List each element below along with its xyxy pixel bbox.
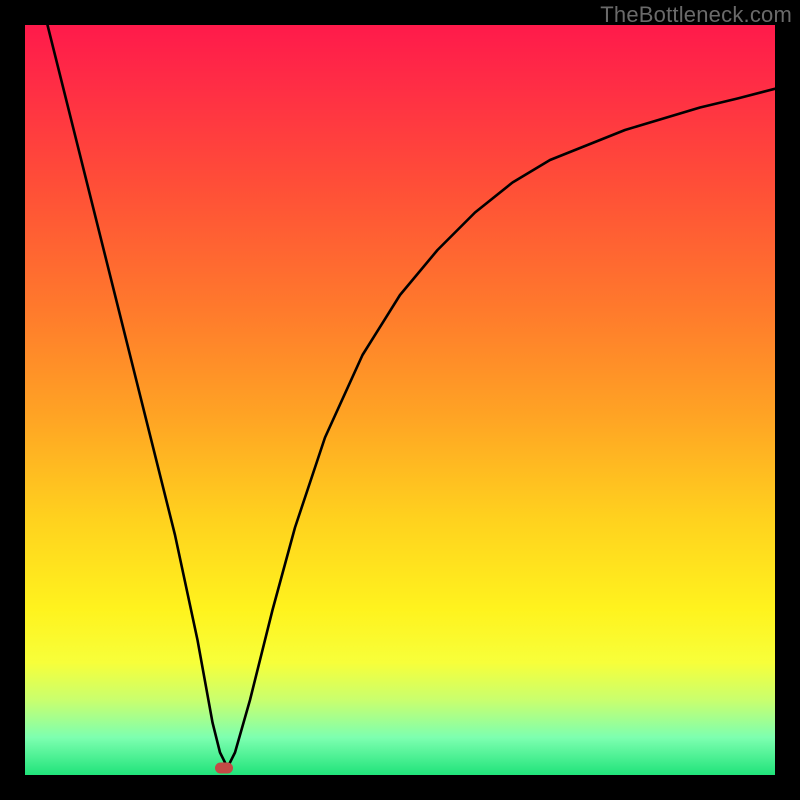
optimum-marker (215, 762, 233, 773)
curve-svg (25, 25, 775, 775)
bottleneck-curve-path (48, 25, 776, 768)
attribution-text: TheBottleneck.com (600, 2, 792, 28)
chart-frame: TheBottleneck.com (0, 0, 800, 800)
plot-area (25, 25, 775, 775)
